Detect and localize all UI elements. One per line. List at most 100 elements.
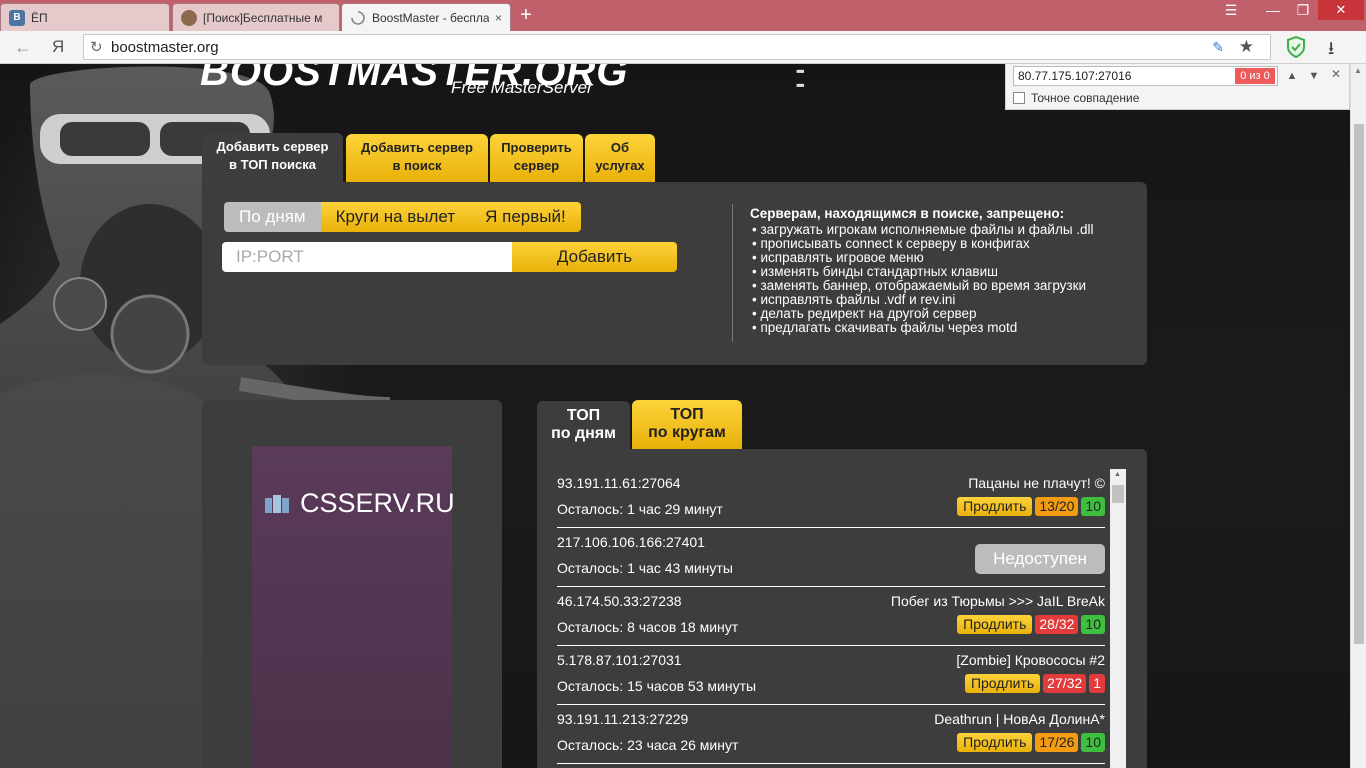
rank-badge: 10 xyxy=(1081,733,1105,752)
tab-about-services[interactable]: Об услугах xyxy=(585,134,655,182)
rank-badge: 10 xyxy=(1081,615,1105,634)
server-badges: Продлить 28/32 10 xyxy=(957,615,1105,634)
prolong-button[interactable]: Продлить xyxy=(957,497,1033,516)
tab-add-top[interactable]: Добавить сервер в ТОП поиска xyxy=(202,133,343,182)
rules-list: загружать игрокам исполняемые файлы и фа… xyxy=(750,223,1094,335)
players-badge: 13/20 xyxy=(1035,497,1079,516)
tab-line: по дням xyxy=(551,425,616,442)
tab-add-search[interactable]: Добавить сервер в поиск xyxy=(346,134,488,182)
window-close-icon[interactable]: ✕ xyxy=(1318,0,1364,20)
server-list-panel: 93.191.11.61:27064 Осталось: 1 час 29 мин… xyxy=(537,449,1147,768)
tab-line: в ТОП поиска xyxy=(228,157,317,172)
rank-badge: 1 xyxy=(1089,674,1105,693)
scroll-up-icon[interactable]: ▲ xyxy=(1354,66,1362,75)
grid-dots-icon: ▪▪▪ ▪▪▪ xyxy=(796,64,805,92)
rule-item: заменять баннер, отображаемый во время з… xyxy=(750,279,1094,293)
tab-line: Проверить xyxy=(501,140,572,155)
players-badge: 17/26 xyxy=(1035,733,1079,752)
prolong-button[interactable]: Продлить xyxy=(957,615,1033,634)
server-ip: 93.191.11.61:27064 xyxy=(557,475,681,491)
exact-match-label: Точное совпадение xyxy=(1031,91,1140,105)
browser-tab-vk[interactable]: B ЁП xyxy=(0,3,170,31)
unavailable-button[interactable]: Недоступен xyxy=(975,544,1105,574)
players-badge: 28/32 xyxy=(1035,615,1079,634)
server-row: 93.191.11.213:27229 Осталось: 23 часа 26 … xyxy=(557,705,1105,764)
loading-icon xyxy=(350,10,366,26)
rule-item: предлагать скачивать файлы через motd xyxy=(750,321,1094,335)
download-icon[interactable]: ⭳ xyxy=(1328,36,1334,66)
tab-line: ТОП xyxy=(670,406,704,423)
tab-line: ТОП xyxy=(566,407,601,424)
browser-tab-boostmaster[interactable]: BoostMaster - бесплат × xyxy=(341,3,511,32)
rank-badge: 10 xyxy=(1081,497,1105,516)
time-left: Осталось: 15 часов 53 минуты xyxy=(557,678,757,694)
server-badges: Продлить 17/26 10 xyxy=(957,733,1105,752)
csserv-banner[interactable]: CSSERV.RU xyxy=(252,446,455,768)
checkbox-box[interactable] xyxy=(1013,92,1025,104)
scroll-thumb[interactable] xyxy=(1112,485,1124,503)
server-badges: Продлить 27/32 1 xyxy=(964,674,1105,693)
add-button[interactable]: Добавить xyxy=(512,242,677,272)
find-close-icon[interactable]: ✕ xyxy=(1331,67,1341,81)
tab-label: ЁП xyxy=(31,10,48,25)
mode-selector: По дням Круги на вылет Я первый! xyxy=(224,202,581,232)
rule-item: делать редирект на другой сервер xyxy=(750,307,1094,321)
tab-line: Об xyxy=(610,140,630,155)
rule-item: изменять бинды стандартных клавиш xyxy=(750,265,1094,279)
url-field[interactable]: ↻ boostmaster.org ✎ ★ xyxy=(83,34,1271,60)
feather-icon[interactable]: ✎ xyxy=(1212,39,1224,56)
mode-first[interactable]: Я первый! xyxy=(470,202,581,232)
ip-port-input[interactable] xyxy=(222,242,512,272)
new-tab-button[interactable]: + xyxy=(514,4,538,26)
rule-item: исправлять файлы .vdf и rev.ini xyxy=(750,293,1094,307)
tab-label: BoostMaster - бесплат xyxy=(372,11,489,25)
server-list: 93.191.11.61:27064 Осталось: 1 час 29 мин… xyxy=(557,469,1105,768)
find-next-icon[interactable]: ▼ xyxy=(1304,67,1324,85)
tab-line: по кругам xyxy=(648,424,726,441)
server-badges: Продлить 13/20 10 xyxy=(957,497,1105,516)
find-prev-icon[interactable]: ▲ xyxy=(1282,67,1302,85)
scroll-up-icon[interactable]: ▲ xyxy=(1114,471,1121,478)
reload-icon[interactable]: ↻ xyxy=(90,38,103,56)
browser-tab-search[interactable]: [Поиск]Бесплатные м xyxy=(172,3,340,31)
prolong-button[interactable]: Продлить xyxy=(964,674,1041,693)
restore-icon[interactable]: ❐ xyxy=(1290,0,1316,20)
tab-line: сервер xyxy=(513,158,560,173)
time-left: Осталось: 8 часов 18 минут xyxy=(557,619,739,635)
tab-line: в поиск xyxy=(392,158,442,173)
back-arrow-icon[interactable]: ← xyxy=(14,37,32,58)
server-rack-icon xyxy=(265,495,289,513)
mode-by-days[interactable]: По дням xyxy=(224,202,321,232)
shield-icon[interactable] xyxy=(1286,36,1306,58)
page-scrollbar[interactable]: ▲ xyxy=(1350,64,1366,768)
rule-item: исправлять игровое меню xyxy=(750,251,1094,265)
mode-rounds[interactable]: Круги на вылет xyxy=(320,202,471,232)
rule-item: загружать игрокам исполняемые файлы и фа… xyxy=(750,223,1093,237)
tab-check-server[interactable]: Проверить сервер xyxy=(490,134,583,182)
scroll-thumb[interactable] xyxy=(1354,124,1364,644)
url-text: boostmaster.org xyxy=(111,39,219,56)
find-count: 0 из 0 xyxy=(1235,68,1275,84)
tab-top-by-rounds[interactable]: ТОП по кругам xyxy=(632,400,742,449)
tab-label: [Поиск]Бесплатные м xyxy=(203,10,323,25)
tab-line: Добавить сервер xyxy=(361,140,473,155)
time-left: Осталось: 23 часа 26 минут xyxy=(557,737,739,753)
yandex-button[interactable]: Я xyxy=(52,37,64,57)
close-tab-icon[interactable]: × xyxy=(495,11,502,25)
tab-top-by-days[interactable]: ТОП по дням xyxy=(537,401,630,449)
banner-text: CSSERV.RU xyxy=(300,488,455,518)
vk-icon: B xyxy=(9,9,25,26)
minimize-icon[interactable]: — xyxy=(1260,0,1286,20)
menu-icon[interactable]: ☰ xyxy=(1216,0,1246,20)
star-icon[interactable]: ★ xyxy=(1239,37,1254,57)
prolong-button[interactable]: Продлить xyxy=(957,733,1033,752)
server-name: [Zombie] Кровососы #2 xyxy=(956,652,1105,668)
ad-container: CSSERV.RU xyxy=(202,400,502,768)
exact-match-checkbox[interactable]: Точное совпадение xyxy=(1013,91,1139,105)
tab-line: Добавить сервер xyxy=(216,139,329,154)
list-scrollbar[interactable]: ▲ xyxy=(1110,469,1126,768)
time-left: Осталось: 1 час 29 минут xyxy=(557,501,723,517)
server-ip: 46.174.50.33:27238 xyxy=(557,593,682,609)
players-badge: 27/32 xyxy=(1043,674,1087,693)
server-row: 93.191.11.61:27064 Осталось: 1 час 29 мин… xyxy=(557,469,1105,528)
